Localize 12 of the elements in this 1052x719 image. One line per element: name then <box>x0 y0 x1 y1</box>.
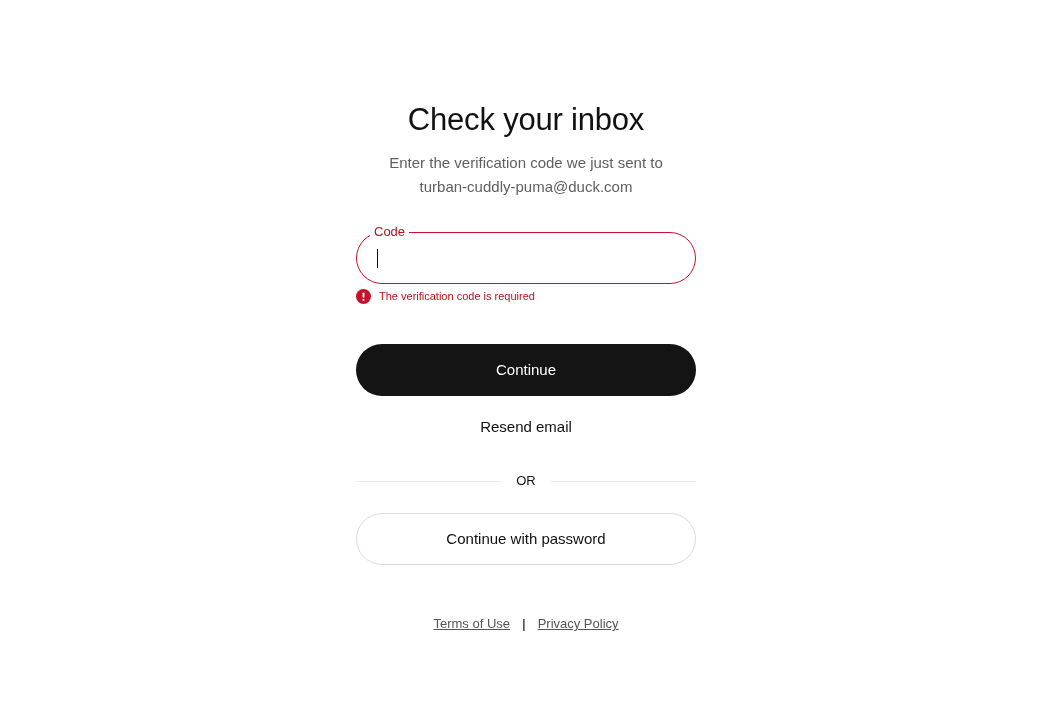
error-icon <box>356 288 371 304</box>
error-message: The verification code is required <box>379 289 535 303</box>
divider-text: OR <box>515 473 537 489</box>
page-heading: Check your inbox <box>406 102 646 138</box>
continue-with-password-button[interactable]: Continue with password <box>356 513 696 565</box>
separator-text: | <box>522 616 526 632</box>
text-cursor <box>377 248 378 268</box>
footer-link[interactable]: Terms of Use <box>433 616 510 632</box>
footer-link[interactable]: Privacy Policy <box>537 616 619 632</box>
continue-button[interactable]: Continue <box>356 344 696 396</box>
instructions-text: Enter the verification code we just sent to turban-cuddly-puma@duck.com <box>388 153 664 197</box>
resend-email-link[interactable]: Resend email <box>480 418 572 436</box>
